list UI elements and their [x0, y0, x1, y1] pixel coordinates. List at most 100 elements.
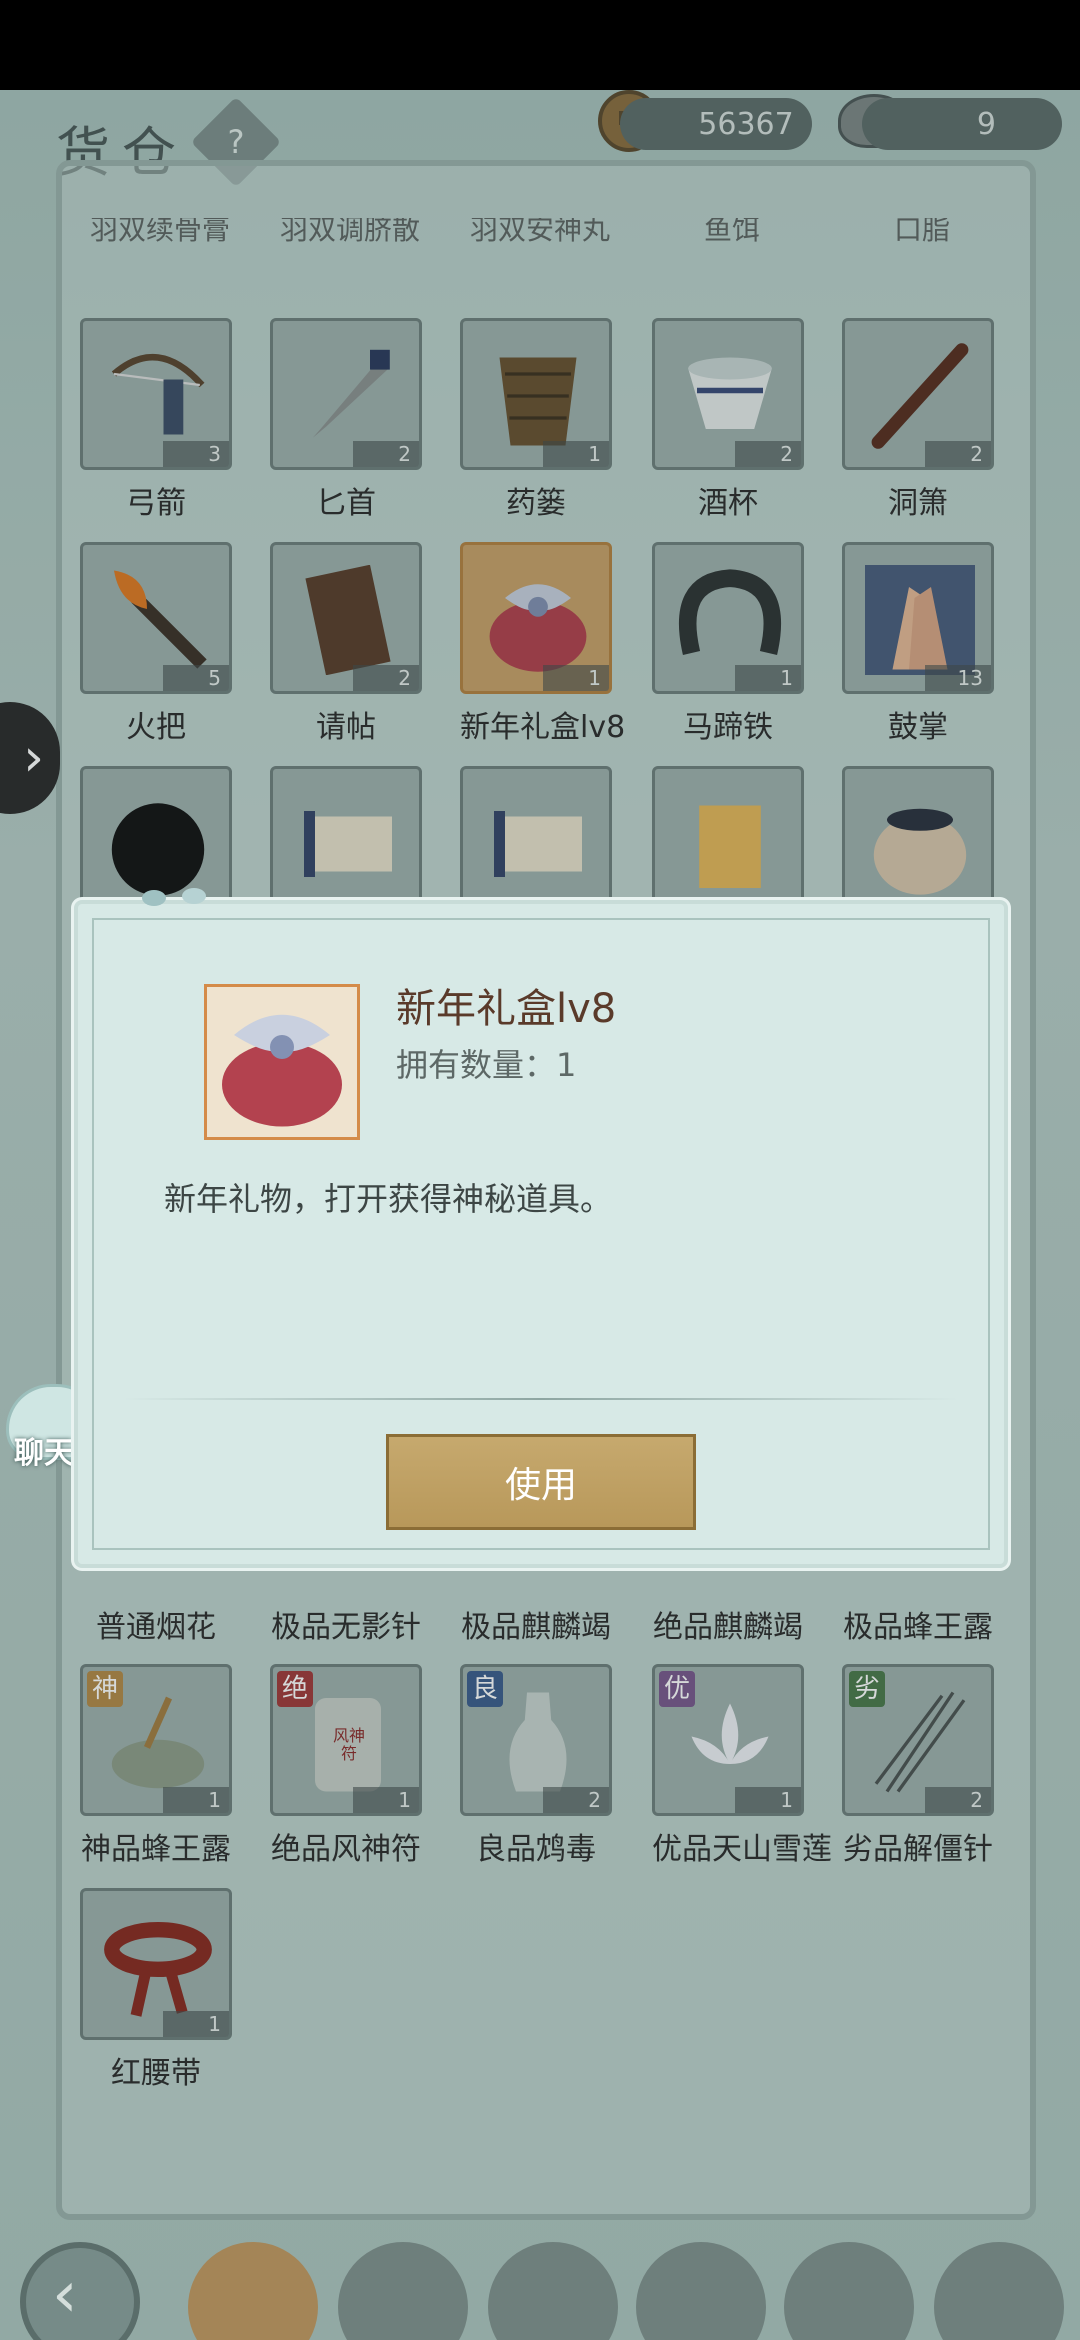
- tab-materials[interactable]: [338, 2242, 468, 2340]
- item-slot-poison[interactable]: 良 2 良品鸩毒: [460, 1664, 632, 1868]
- item-quantity: 2: [353, 441, 419, 467]
- coin-balance: 56367: [620, 98, 812, 150]
- item-slot-snow-lotus[interactable]: 优 1 优品天山雪莲: [652, 1664, 832, 1868]
- item-slot-bow[interactable]: 3 弓箭: [80, 318, 252, 522]
- item-tile[interactable]: 2: [270, 318, 422, 470]
- tab-consumables[interactable]: [188, 2242, 318, 2340]
- item-tile[interactable]: 风神符 绝 1: [270, 1664, 422, 1816]
- item-tile-selected[interactable]: 1: [460, 542, 612, 694]
- status-bar: [0, 0, 1080, 90]
- item-tile[interactable]: 13: [842, 542, 994, 694]
- item-tile[interactable]: 1: [80, 1888, 232, 2040]
- scroll-icon: [494, 811, 582, 877]
- silver-balance: 9: [862, 98, 1062, 150]
- item-label: 羽双调脐散: [279, 218, 420, 246]
- item-detail-count: 拥有数量：1: [396, 1046, 577, 1084]
- item-slot-invitation[interactable]: 2 请帖: [270, 542, 442, 746]
- item-label: 羽双续骨膏: [89, 218, 230, 246]
- item-tile[interactable]: 5: [80, 542, 232, 694]
- invitation-icon: [305, 565, 391, 675]
- item-label: 良品鸩毒: [476, 1832, 596, 1867]
- partial-row-labels: 羽双续骨膏 羽双调脐散 羽双安神丸 鱼饵 口脂: [80, 218, 1000, 248]
- item-label: 匕首: [316, 486, 376, 521]
- item-slot-applause[interactable]: 13 鼓掌: [842, 542, 1000, 746]
- item-quantity: 5: [163, 665, 229, 691]
- basket-icon: [499, 357, 577, 446]
- gift-bundle-icon: [489, 584, 587, 672]
- dialog-divider: [124, 1398, 958, 1400]
- item-label: 神品蜂王露: [81, 1832, 231, 1867]
- item-quantity: 2: [543, 1787, 609, 1813]
- item-label: 红腰带: [111, 2056, 201, 2091]
- torch-icon: [114, 570, 207, 669]
- chat-label: 聊天: [14, 1436, 74, 1471]
- item-slot-horseshoe[interactable]: 1 马蹄铁: [652, 542, 824, 746]
- back-arrow-icon: ‹: [52, 2258, 78, 2332]
- item-quantity: 13: [925, 665, 991, 691]
- item-slot-wind-talisman[interactable]: 风神符 绝 1 绝品风神符: [270, 1664, 442, 1868]
- item-tile[interactable]: 1: [652, 542, 804, 694]
- item-label: 鼓掌: [888, 710, 948, 745]
- item-quantity: 2: [735, 441, 801, 467]
- item-detail-icon: [204, 984, 360, 1140]
- item-tile[interactable]: [460, 766, 612, 918]
- chevron-right-icon: ›: [23, 728, 44, 788]
- grade-badge: 优: [659, 1671, 695, 1707]
- bow-icon: [111, 353, 205, 435]
- item-slot-new-year-gift[interactable]: 1 新年礼盒lv8: [460, 542, 632, 746]
- grade-badge: 绝: [277, 1671, 313, 1707]
- item-slot-flute[interactable]: 2 洞箫: [842, 318, 1000, 522]
- item-slot-scroll-1[interactable]: [270, 766, 442, 918]
- item-quantity: 1: [735, 665, 801, 691]
- lantern-icon: [699, 805, 761, 888]
- item-slot-royal-jelly[interactable]: 神 1 神品蜂王露: [80, 1664, 252, 1868]
- item-slot-jar[interactable]: [842, 766, 1000, 918]
- item-slot-red-belt[interactable]: 1 红腰带: [80, 1888, 252, 2092]
- side-expand-button[interactable]: ›: [0, 702, 60, 814]
- item-label: 羽双安神丸: [469, 218, 610, 246]
- tab-decoration[interactable]: [636, 2242, 766, 2340]
- item-detail-dialog: 新年礼盒lv8 拥有数量：1 新年礼物，打开获得神秘道具。 使用: [74, 888, 1008, 1568]
- tab-equipment[interactable]: [488, 2242, 618, 2340]
- item-slot-torch[interactable]: 5 火把: [80, 542, 252, 746]
- flute-icon: [871, 343, 969, 449]
- item-label: 鱼饵: [703, 218, 760, 246]
- item-label: 极品无影针: [271, 1610, 421, 1645]
- item-tile[interactable]: 3: [80, 318, 232, 470]
- item-tile[interactable]: 2: [842, 318, 994, 470]
- item-quantity: 3: [163, 441, 229, 467]
- item-tile[interactable]: 神 1: [80, 1664, 232, 1816]
- item-label: 绝品麒麟竭: [653, 1610, 803, 1645]
- clapping-hands-icon: [865, 565, 975, 675]
- tab-quests[interactable]: [784, 2242, 914, 2340]
- item-tile[interactable]: [842, 766, 994, 918]
- grade-badge: 神: [87, 1671, 123, 1707]
- item-slot-scroll-2[interactable]: [460, 766, 632, 918]
- item-detail-description: 新年礼物，打开获得神秘道具。: [164, 1180, 613, 1218]
- item-slot-needles[interactable]: 劣 2 劣品解僵针: [842, 1664, 1014, 1868]
- item-tile[interactable]: 良 2: [460, 1664, 612, 1816]
- item-slot-wine-cup[interactable]: 2 酒杯: [652, 318, 824, 522]
- item-slot-lantern[interactable]: [652, 766, 824, 918]
- scroll-icon: [304, 811, 392, 877]
- belt-icon: [104, 1922, 212, 2017]
- item-tile[interactable]: 1: [460, 318, 612, 470]
- cup-icon: [688, 357, 772, 429]
- item-tile[interactable]: [652, 766, 804, 918]
- item-quantity: 1: [163, 2011, 229, 2037]
- use-button[interactable]: 使用: [386, 1434, 696, 1530]
- item-label: 优品天山雪莲: [652, 1832, 832, 1867]
- item-tile[interactable]: [270, 766, 422, 918]
- item-tile[interactable]: 2: [652, 318, 804, 470]
- item-quantity: 1: [163, 1787, 229, 1813]
- item-slot-dagger[interactable]: 2 匕首: [270, 318, 442, 522]
- item-label: 极品蜂王露: [843, 1610, 993, 1645]
- item-tile[interactable]: 优 1: [652, 1664, 804, 1816]
- back-button[interactable]: ‹: [20, 2242, 140, 2340]
- tab-memories[interactable]: [934, 2242, 1064, 2340]
- item-label: 酒杯: [698, 486, 758, 521]
- item-slot-herb-basket[interactable]: 1 药篓: [460, 318, 632, 522]
- item-tile[interactable]: 劣 2: [842, 1664, 994, 1816]
- item-tile[interactable]: 2: [270, 542, 422, 694]
- grade-badge: 良: [467, 1671, 503, 1707]
